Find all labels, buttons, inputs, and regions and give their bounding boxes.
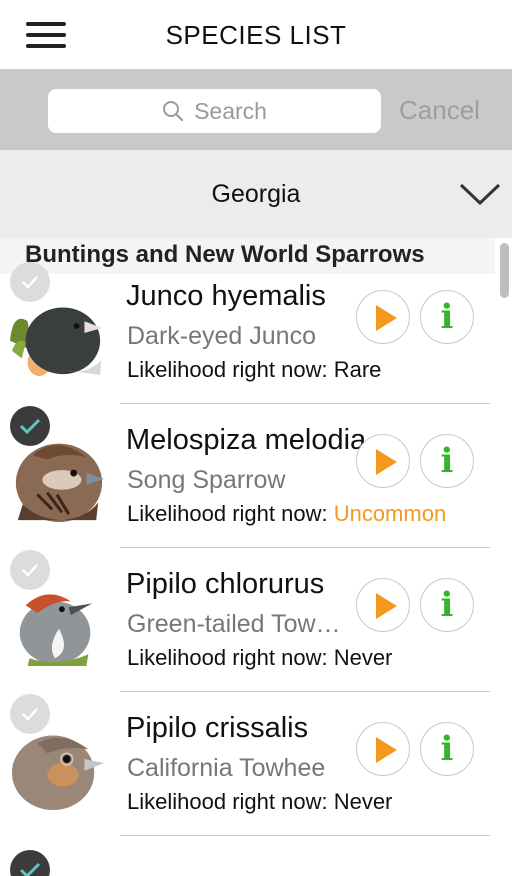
common-name: Dark-eyed Junco [127,322,316,350]
seen-checkbox[interactable] [10,850,50,876]
scientific-name: Pipilo crissalis [126,712,309,744]
app-header: SPECIES LIST [0,0,512,70]
info-icon: i [440,729,454,769]
scientific-name: Pipilo chlorurus [126,568,325,600]
search-bar: Search Cancel [0,70,512,150]
checkmark-icon [19,862,41,876]
chevron-down-icon[interactable] [459,182,501,206]
likelihood-label: Likelihood right now: [127,645,328,670]
cancel-button[interactable]: Cancel [399,95,480,126]
common-name: Song Sparrow [127,466,286,494]
common-name: California Towhee [127,754,326,782]
play-sound-button[interactable] [356,290,410,344]
species-row[interactable]: Pipilo chlorurus Green-tailed Tow… Likel… [0,548,495,692]
likelihood-text: Likelihood right now: Never [127,789,392,815]
region-selector[interactable]: Georgia [0,150,512,238]
play-sound-button[interactable] [356,578,410,632]
seen-checkbox[interactable] [10,694,50,734]
likelihood-text: Likelihood right now: Never [127,645,392,671]
likelihood-value: Rare [333,357,382,382]
likelihood-text: Likelihood right now: Rare [127,357,381,383]
info-icon: i [440,585,454,625]
likelihood-text: Likelihood right now: Uncommon [127,501,446,527]
checkmark-icon [19,418,41,434]
scrollbar-track[interactable] [497,238,512,876]
play-sound-button[interactable] [356,434,410,488]
info-icon: i [440,441,454,481]
seen-checkbox[interactable] [10,550,50,590]
search-icon [163,101,184,122]
search-input[interactable]: Search [48,89,381,133]
play-icon [376,305,397,331]
likelihood-label: Likelihood right now: [127,789,328,814]
scrollbar-thumb[interactable] [500,243,509,298]
play-icon [376,449,397,475]
info-icon: i [440,297,454,337]
species-row[interactable]: Pipilo crissalis California Towhee Likel… [0,692,495,836]
checkmark-icon [22,564,38,577]
species-row[interactable]: Melospiza melodia Song Sparrow Likelihoo… [0,404,495,548]
region-label: Georgia [211,180,301,208]
info-button[interactable]: i [420,290,474,344]
scientific-name: Melospiza melodia [126,424,367,456]
play-sound-button[interactable] [356,722,410,776]
common-name: Green-tailed Tow… [127,610,341,638]
checkmark-icon [22,276,38,289]
seen-checkbox[interactable] [10,406,50,446]
scientific-name: Junco hyemalis [126,280,326,312]
info-button[interactable]: i [420,434,474,488]
page-title: SPECIES LIST [165,20,347,50]
species-row[interactable]: Junco hyemalis Dark-eyed Junco Likelihoo… [0,260,495,404]
play-icon [376,593,397,619]
checkmark-icon [22,708,38,721]
likelihood-value: Never [333,789,393,814]
likelihood-value: Uncommon [333,501,447,526]
likelihood-value: Never [333,645,393,670]
likelihood-label: Likelihood right now: [127,501,328,526]
info-button[interactable]: i [420,578,474,632]
info-button[interactable]: i [420,722,474,776]
search-placeholder: Search [194,97,267,124]
row-divider [120,835,490,836]
likelihood-label: Likelihood right now: [127,357,328,382]
play-icon [376,737,397,763]
seen-checkbox[interactable] [10,262,50,302]
